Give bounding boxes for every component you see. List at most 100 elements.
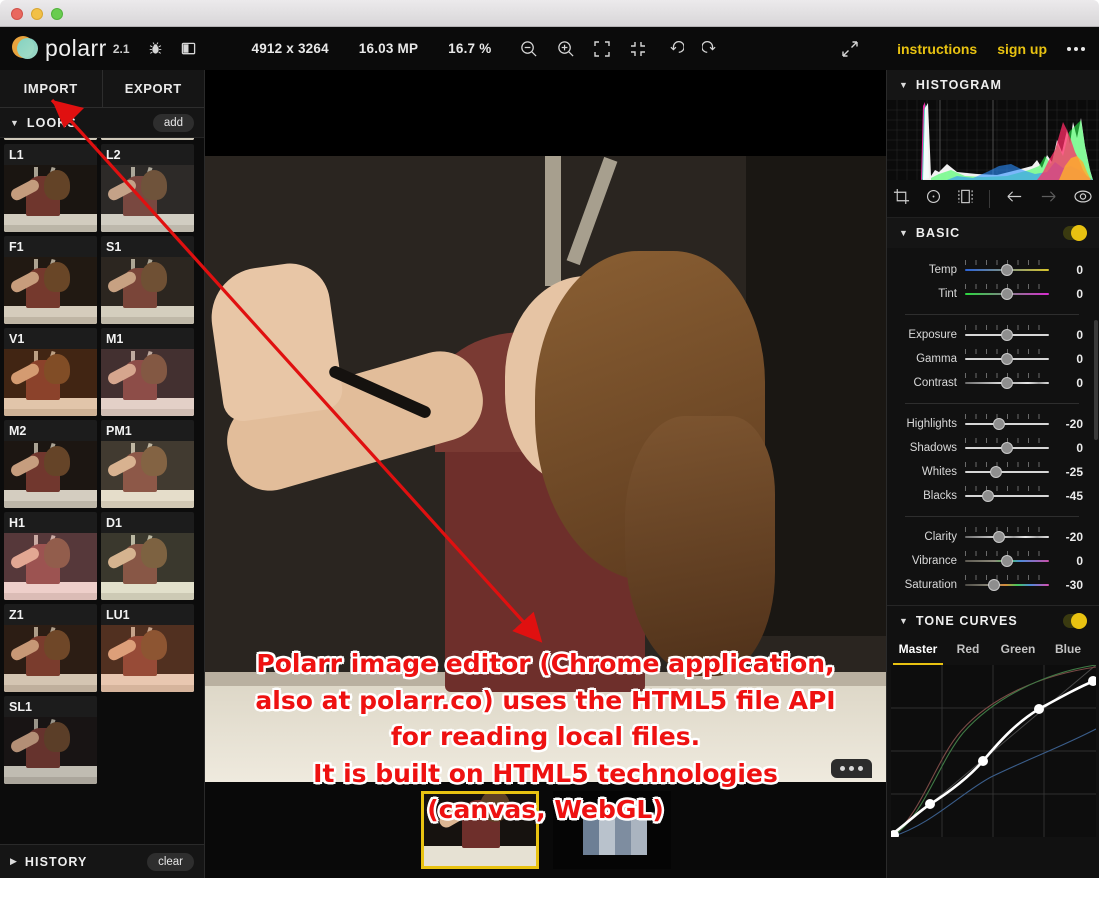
history-section-header[interactable]: ▶ HISTORY clear xyxy=(0,844,204,878)
slider-track[interactable] xyxy=(965,349,1049,366)
look-preset[interactable]: S1 xyxy=(101,236,194,324)
look-preset[interactable]: F1 xyxy=(4,236,97,324)
look-preset[interactable] xyxy=(4,138,97,140)
slider-track[interactable] xyxy=(965,414,1049,431)
curve-tab-green[interactable]: Green xyxy=(993,635,1043,665)
filmstrip-thumbnail[interactable] xyxy=(420,791,539,869)
slider-track[interactable] xyxy=(965,373,1049,390)
slider-row[interactable]: Highlights -20 xyxy=(893,412,1089,436)
slider-handle[interactable] xyxy=(1001,442,1013,454)
tone-curves-section-header[interactable]: ▼ TONE CURVES xyxy=(887,605,1099,635)
slider-track[interactable] xyxy=(965,551,1049,568)
slider-handle[interactable] xyxy=(990,466,1003,478)
fit-screen-icon[interactable] xyxy=(593,40,611,58)
slider-handle[interactable] xyxy=(1001,329,1013,341)
look-preset[interactable]: LU1 xyxy=(101,604,194,692)
histogram-section-header[interactable]: ▼ HISTOGRAM xyxy=(887,70,1099,100)
look-preset[interactable]: PM1 xyxy=(101,420,194,508)
collapse-icon[interactable] xyxy=(629,40,647,58)
forward-arrow-icon[interactable] xyxy=(1039,189,1058,209)
slider-handle[interactable] xyxy=(988,579,1001,591)
look-preset[interactable]: L1 xyxy=(4,144,97,232)
slider-handle[interactable] xyxy=(1001,377,1013,389)
slider-track[interactable] xyxy=(965,486,1049,503)
slider-row[interactable]: Tint 0 xyxy=(893,282,1089,306)
fullscreen-icon[interactable] xyxy=(841,40,859,58)
minimize-window-button[interactable] xyxy=(31,8,43,20)
look-preset-label: M1 xyxy=(106,332,124,346)
signup-link[interactable]: sign up xyxy=(997,41,1047,57)
eye-icon[interactable] xyxy=(1073,189,1093,209)
look-preset[interactable]: M1 xyxy=(101,328,194,416)
curve-tab-blue[interactable]: Blue xyxy=(1043,635,1093,665)
look-preset[interactable] xyxy=(101,138,194,140)
slider-handle[interactable] xyxy=(1001,288,1013,300)
redo-icon[interactable] xyxy=(702,39,721,58)
slider-track[interactable] xyxy=(965,284,1049,301)
tone-curves-toggle[interactable] xyxy=(1063,612,1087,629)
undo-icon[interactable] xyxy=(665,39,685,58)
looks-list[interactable]: L1 L2 F1 S1 V1 M1 M2 PM1 H1 D1 Z1 LU1 SL1 xyxy=(0,138,204,844)
basic-toggle[interactable] xyxy=(1063,225,1087,241)
slider-handle[interactable] xyxy=(1001,353,1013,365)
maximize-window-button[interactable] xyxy=(51,8,63,20)
slider-row[interactable]: Gamma 0 xyxy=(893,347,1089,371)
slider-handle[interactable] xyxy=(1001,555,1013,567)
slider-handle[interactable] xyxy=(1001,264,1013,276)
slider-track[interactable] xyxy=(965,325,1049,342)
canvas-more-icon[interactable] xyxy=(831,759,872,778)
main-photo[interactable] xyxy=(205,156,886,782)
crop-icon[interactable] xyxy=(893,188,910,210)
slider-row[interactable]: Shadows 0 xyxy=(893,436,1089,460)
look-preset[interactable]: Z1 xyxy=(4,604,97,692)
slider-row[interactable]: Exposure 0 xyxy=(893,323,1089,347)
slider-track[interactable] xyxy=(965,462,1049,479)
slider-handle[interactable] xyxy=(992,418,1005,430)
linear-mask-icon[interactable] xyxy=(957,188,974,210)
filmstrip-thumbnail[interactable] xyxy=(552,791,671,869)
export-button[interactable]: EXPORT xyxy=(103,70,205,107)
back-arrow-icon[interactable] xyxy=(1005,189,1024,209)
slider-track[interactable] xyxy=(965,438,1049,455)
tone-curve-graph[interactable] xyxy=(889,664,1098,840)
filmstrip[interactable] xyxy=(205,782,886,878)
add-look-button[interactable]: add xyxy=(152,113,194,132)
instructions-link[interactable]: instructions xyxy=(897,41,977,57)
slider-row[interactable]: Clarity -20 xyxy=(893,525,1089,549)
slider-row[interactable]: Contrast 0 xyxy=(893,371,1089,395)
zoom-in-icon[interactable] xyxy=(556,39,575,58)
slider-track[interactable] xyxy=(965,260,1049,277)
zoom-out-icon[interactable] xyxy=(519,39,538,58)
history-title: HISTORY xyxy=(24,854,88,869)
curve-tab-master[interactable]: Master xyxy=(893,635,943,665)
bug-icon[interactable] xyxy=(148,41,163,56)
slider-row[interactable]: Saturation -30 xyxy=(893,573,1089,597)
canvas-area[interactable] xyxy=(205,70,886,878)
looks-section-header[interactable]: ▼ LOOKS add xyxy=(0,108,204,138)
slider-row[interactable]: Whites -25 xyxy=(893,460,1089,484)
look-preset[interactable]: L2 xyxy=(101,144,194,232)
clear-history-button[interactable]: clear xyxy=(147,852,194,871)
right-panel-scrollbar[interactable] xyxy=(1094,320,1098,440)
curve-tab-red[interactable]: Red xyxy=(943,635,993,665)
slider-value: 0 xyxy=(1076,441,1083,455)
slider-handle[interactable] xyxy=(981,490,994,502)
slider-row[interactable]: Vibrance 0 xyxy=(893,549,1089,573)
slider-track[interactable] xyxy=(965,575,1049,592)
slider-track[interactable] xyxy=(965,527,1049,544)
more-icon[interactable] xyxy=(1067,46,1085,51)
look-preset[interactable]: SL1 xyxy=(4,696,97,784)
radial-mask-icon[interactable] xyxy=(925,188,942,210)
basic-section-header[interactable]: ▼ BASIC xyxy=(887,218,1099,248)
slider-handle[interactable] xyxy=(992,531,1005,543)
import-button[interactable]: IMPORT xyxy=(0,70,103,107)
look-preset[interactable]: V1 xyxy=(4,328,97,416)
look-preset[interactable]: D1 xyxy=(101,512,194,600)
slider-row[interactable]: Temp 0 xyxy=(893,258,1089,282)
panel-toggle-icon[interactable] xyxy=(181,41,196,56)
look-preset[interactable]: M2 xyxy=(4,420,97,508)
window-titlebar xyxy=(0,0,1099,27)
slider-row[interactable]: Blacks -45 xyxy=(893,484,1089,508)
close-window-button[interactable] xyxy=(11,8,23,20)
look-preset[interactable]: H1 xyxy=(4,512,97,600)
